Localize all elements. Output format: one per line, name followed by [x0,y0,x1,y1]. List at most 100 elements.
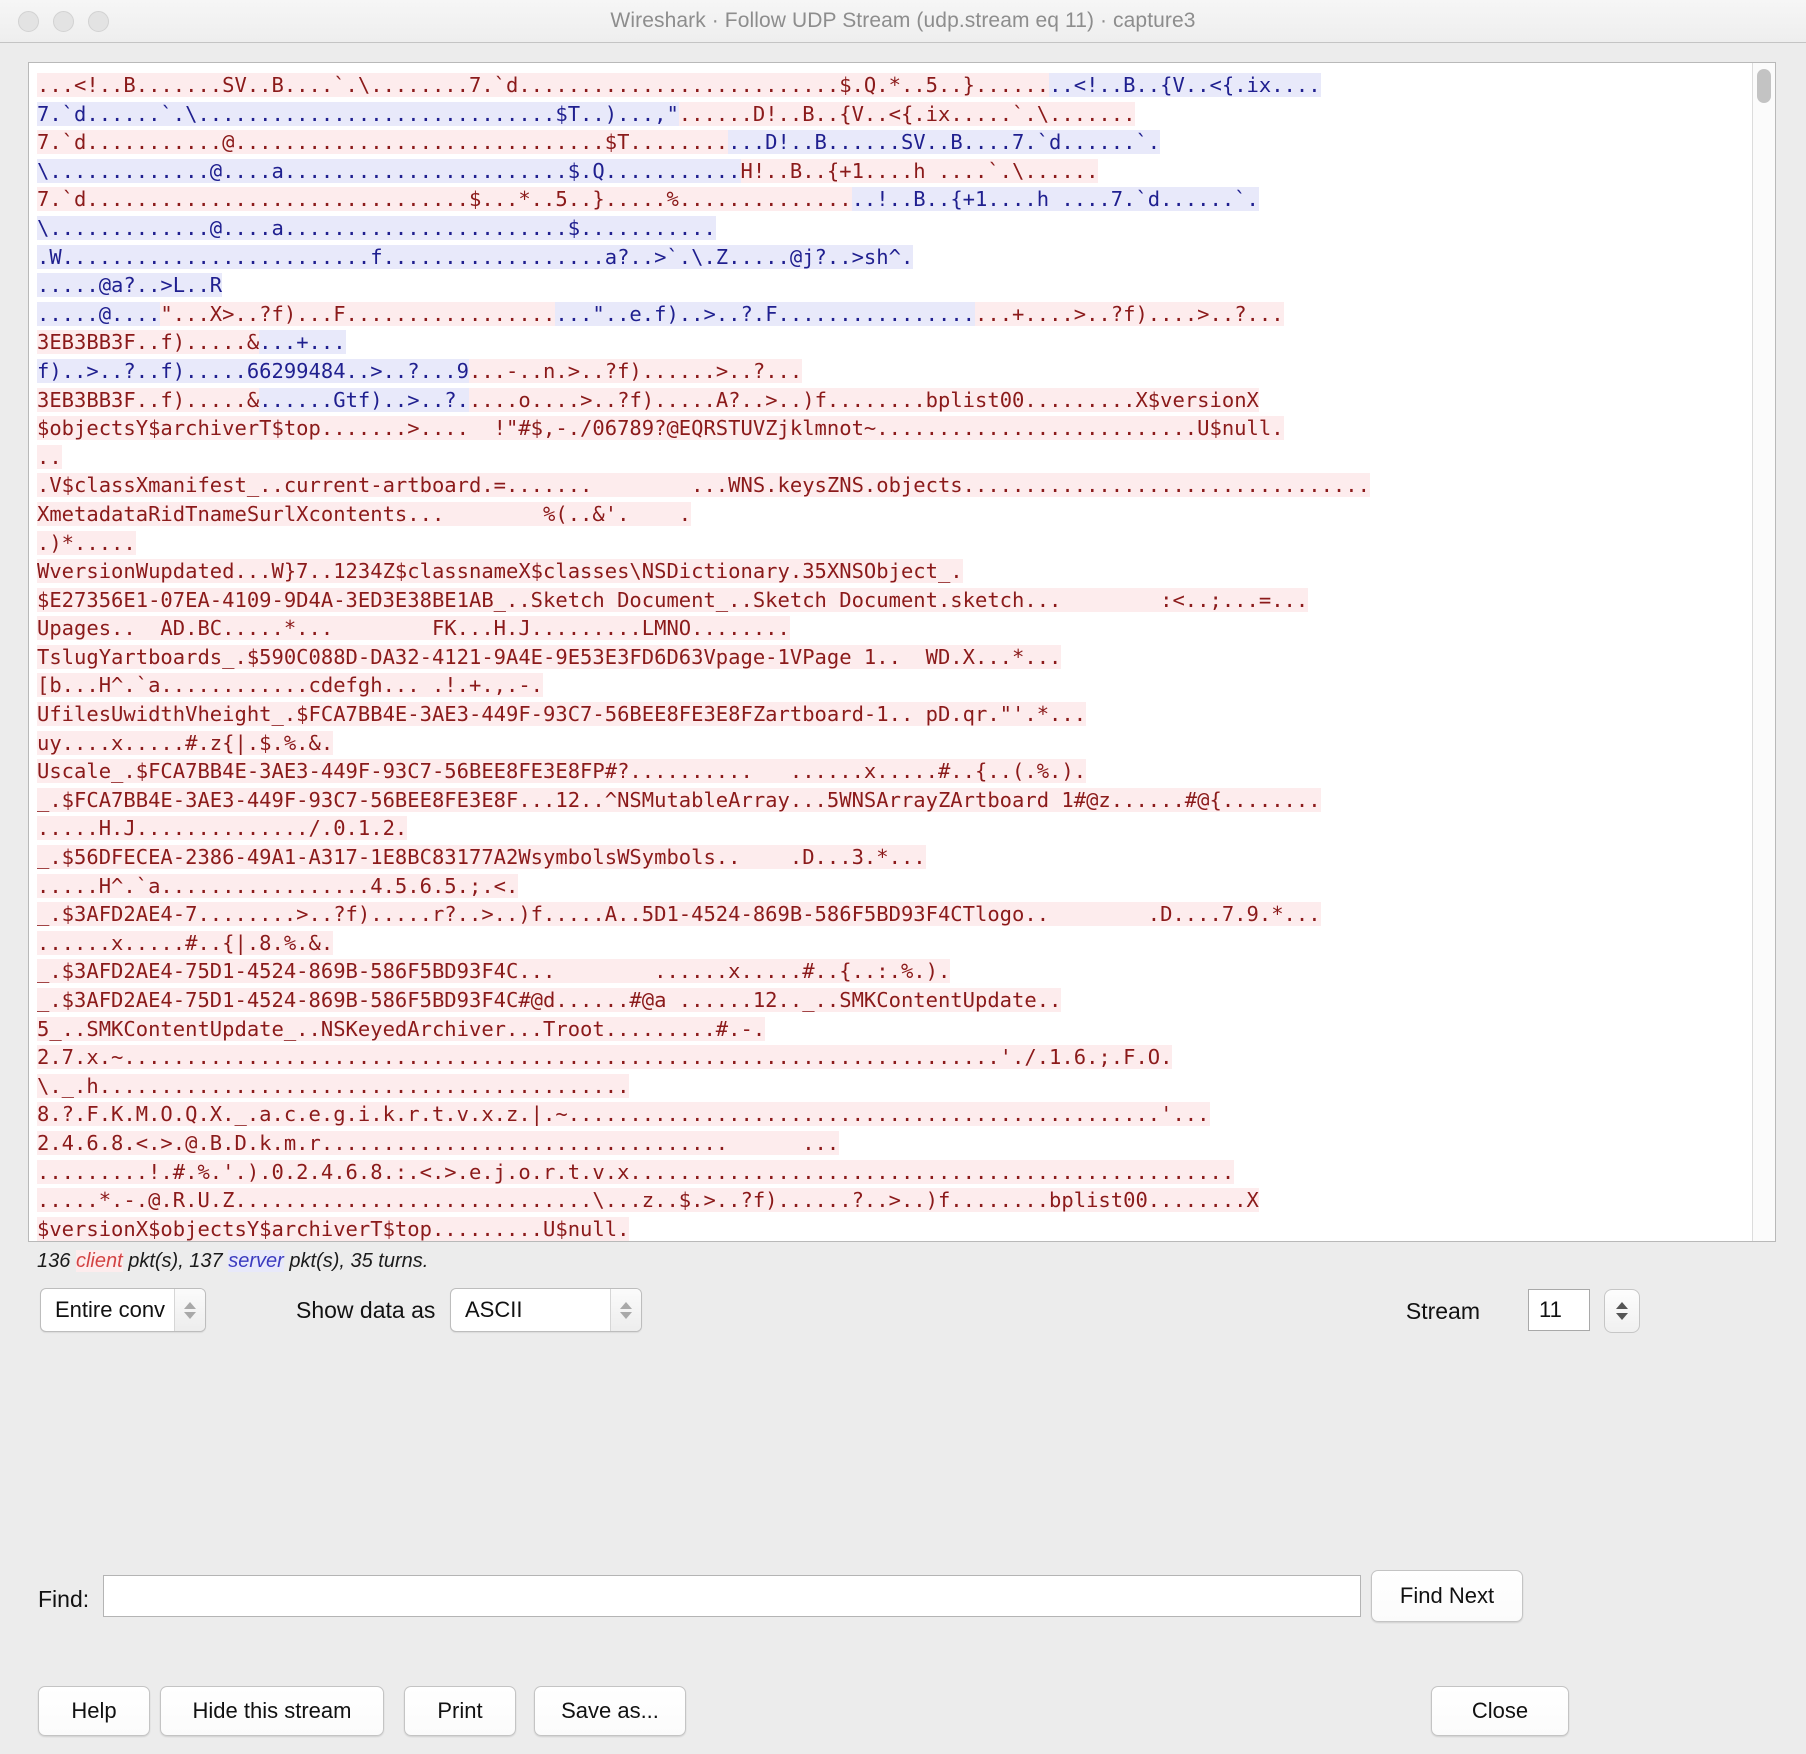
minimize-window-button[interactable] [53,11,74,32]
chevron-updown-icon[interactable] [174,1289,205,1331]
stream-text[interactable]: ...<!..B.......SV..B....`.\........7.`d.… [29,63,1752,1241]
client-segment: 8.?.F.K.M.O.Q.X._.a.c.e.g.i.k.r.t.v.x.z.… [37,1102,1210,1126]
stream-line: .)*..... [37,529,1752,558]
client-segment: uy....x.....#.z{|.$.%.&. [37,731,333,755]
stream-line: .....@a?..>L..R [37,271,1752,300]
server-segment: ..."..e.f)..>..?.F................ [555,302,975,326]
stream-line: 7.`d...............................$...*… [37,185,1752,214]
stream-line: WversionWupdated...W}7..1234Z$classnameX… [37,557,1752,586]
stream-number-stepper[interactable] [1604,1289,1640,1333]
server-segment: ..!..B..{+1....h ....7.`d......`. [852,187,1259,211]
controls-row: Entire conv Show data as ASCII Stream 11 [0,1288,1806,1340]
stepper-down-icon[interactable] [1616,1313,1628,1320]
stream-line: .W.........................f............… [37,243,1752,272]
stream-direction-select[interactable]: Entire conv [40,1288,206,1332]
stream-line: $versionX$objectsY$archiverT$top........… [37,1215,1752,1241]
stream-line: 5_..SMKContentUpdate_..NSKeyedArchiver..… [37,1015,1752,1044]
client-segment: ...<!..B.......SV..B....`.\........7.`d.… [37,73,1049,97]
stream-line: 2.4.6.8.<.>.@.B.D.k.m.r.................… [37,1129,1752,1158]
client-segment: "...X>..?f)...F................. [160,302,555,326]
stream-number-input[interactable]: 11 [1528,1289,1590,1331]
stream-line: 8.?.F.K.M.O.Q.X._.a.c.e.g.i.k.r.t.v.x.z.… [37,1100,1752,1129]
stream-line: 3EB3BB3F..f).....&......Gtf)..>..?.....o… [37,386,1752,415]
stream-line: XmetadataRidTnameSurlXcontents... %(..&'… [37,500,1752,529]
stream-line: .....H^.`a.................4.5.6.5.;.<. [37,872,1752,901]
stream-line: $E27356E1-07EA-4109-9D4A-3ED3E38BE1AB_..… [37,586,1752,615]
stream-direction-value: Entire conv [41,1297,174,1323]
stream-line: .....@...."...X>..?f)...F...............… [37,300,1752,329]
stream-scrollbar-thumb[interactable] [1757,69,1771,103]
client-segment: \._.h...................................… [37,1074,629,1098]
save-as-button[interactable]: Save as... [534,1686,686,1736]
window-titlebar: Wireshark · Follow UDP Stream (udp.strea… [0,0,1806,43]
client-segment: _.$56DFECEA-2386-49A1-A317-1E8BC83177A2W… [37,845,926,869]
client-segment: Upages.. AD.BC.....*... FK...H.J........… [37,616,790,640]
client-segment: WversionWupdated...W}7..1234Z$classnameX… [37,559,963,583]
show-data-as-value: ASCII [451,1297,610,1323]
stream-line: .....H.J............../.0.1.2. [37,814,1752,843]
stream-line: .. [37,443,1752,472]
client-segment: XmetadataRidTnameSurlXcontents... %(..&'… [37,502,691,526]
client-segment: 3EB3BB3F..f).....& [37,330,259,354]
client-segment: 3EB3BB3F..f).....& [37,388,259,412]
window-title: Wireshark · Follow UDP Stream (udp.strea… [0,9,1806,33]
close-window-button[interactable] [18,11,39,32]
status-client-word: client [76,1250,123,1272]
stream-line: TslugYartboards_.$590C088D-DA32-4121-9A4… [37,643,1752,672]
chevron-updown-icon[interactable] [610,1289,641,1331]
stream-scrollbar[interactable] [1752,63,1775,1241]
client-segment: _.$3AFD2AE4-75D1-4524-869B-586F5BD93F4C#… [37,988,1061,1012]
stream-line: _.$56DFECEA-2386-49A1-A317-1E8BC83177A2W… [37,843,1752,872]
client-segment: $versionX$objectsY$archiverT$top........… [37,1217,629,1241]
stream-line: _.$3AFD2AE4-75D1-4524-869B-586F5BD93F4C#… [37,986,1752,1015]
stream-line: _.$3AFD2AE4-75D1-4524-869B-586F5BD93F4C.… [37,957,1752,986]
stream-line: \.............@....a....................… [37,214,1752,243]
client-segment: UfilesUwidthVheight_.$FCA7BB4E-3AE3-449F… [37,702,1086,726]
server-segment: ..<!..B..{V..<{.ix.... [1049,73,1321,97]
close-button[interactable]: Close [1431,1686,1569,1736]
zoom-window-button[interactable] [88,11,109,32]
stream-line: _.$FCA7BB4E-3AE3-449F-93C7-56BEE8FE3E8F.… [37,786,1752,815]
find-input[interactable] [103,1575,1361,1617]
server-segment: .W.........................f............… [37,245,913,269]
show-data-as-label: Show data as [296,1297,435,1324]
status-suffix: pkt(s), 35 turns. [284,1250,429,1272]
stream-line: ...<!..B.......SV..B....`.\........7.`d.… [37,71,1752,100]
stream-line: 7.`d......`.\...........................… [37,100,1752,129]
stream-line: Uscale_.$FCA7BB4E-3AE3-449F-93C7-56BEE8F… [37,757,1752,786]
status-middle: pkt(s), 137 [123,1250,229,1272]
client-segment: 5_..SMKContentUpdate_..NSKeyedArchiver..… [37,1017,765,1041]
stepper-up-icon[interactable] [1616,1302,1628,1309]
status-prefix: 136 [37,1250,76,1272]
client-segment: .....H^.`a.................4.5.6.5.;.<. [37,874,518,898]
print-button[interactable]: Print [404,1686,516,1736]
stream-number-label: Stream [1406,1298,1480,1325]
server-segment: f)..>..?..f).....66299484..>..?...9 [37,359,469,383]
stream-line: Upages.. AD.BC.....*... FK...H.J........… [37,614,1752,643]
client-segment: .....H.J............../.0.1.2. [37,816,407,840]
client-segment: ...-..n.>..?f)......>..?... [469,359,802,383]
client-segment: .V$classXmanifest_..current-artboard.=..… [37,473,1370,497]
server-segment: \.............@....a....................… [37,159,741,183]
client-segment: _.$3AFD2AE4-7........>..?f).....r?..>..)… [37,902,1321,926]
find-next-button[interactable]: Find Next [1371,1570,1523,1622]
help-button[interactable]: Help [38,1686,150,1736]
hide-this-stream-button[interactable]: Hide this stream [160,1686,384,1736]
server-segment: .....@.... [37,302,160,326]
status-server-word: server [228,1250,284,1272]
client-segment: [b...H^.`a............cdefgh... .!.+.,.-… [37,673,543,697]
server-segment: .....@a?..>L..R [37,273,222,297]
server-segment: ...+... [259,330,345,354]
stream-content-pane[interactable]: ...<!..B.......SV..B....`.\........7.`d.… [28,62,1776,1242]
stream-line: .....*.-.@.R.U.Z........................… [37,1186,1752,1215]
stream-line: 2.7.x.~.................................… [37,1043,1752,1072]
stream-line: f)..>..?..f).....66299484..>..?...9...-.… [37,357,1752,386]
client-segment: 7.`d...............................$...*… [37,187,852,211]
client-segment: 2.4.6.8.<.>.@.B.D.k.m.r.................… [37,1131,839,1155]
show-data-as-select[interactable]: ASCII [450,1288,642,1332]
packet-summary-status: 136 client pkt(s), 137 server pkt(s), 35… [37,1250,428,1273]
server-segment: ......Gtf)..>..?. [259,388,469,412]
stream-line: 7.`d...........@........................… [37,128,1752,157]
client-segment: TslugYartboards_.$590C088D-DA32-4121-9A4… [37,645,1061,669]
client-segment: ....o....>..?f).....A?..>..)f........bpl… [469,388,1259,412]
